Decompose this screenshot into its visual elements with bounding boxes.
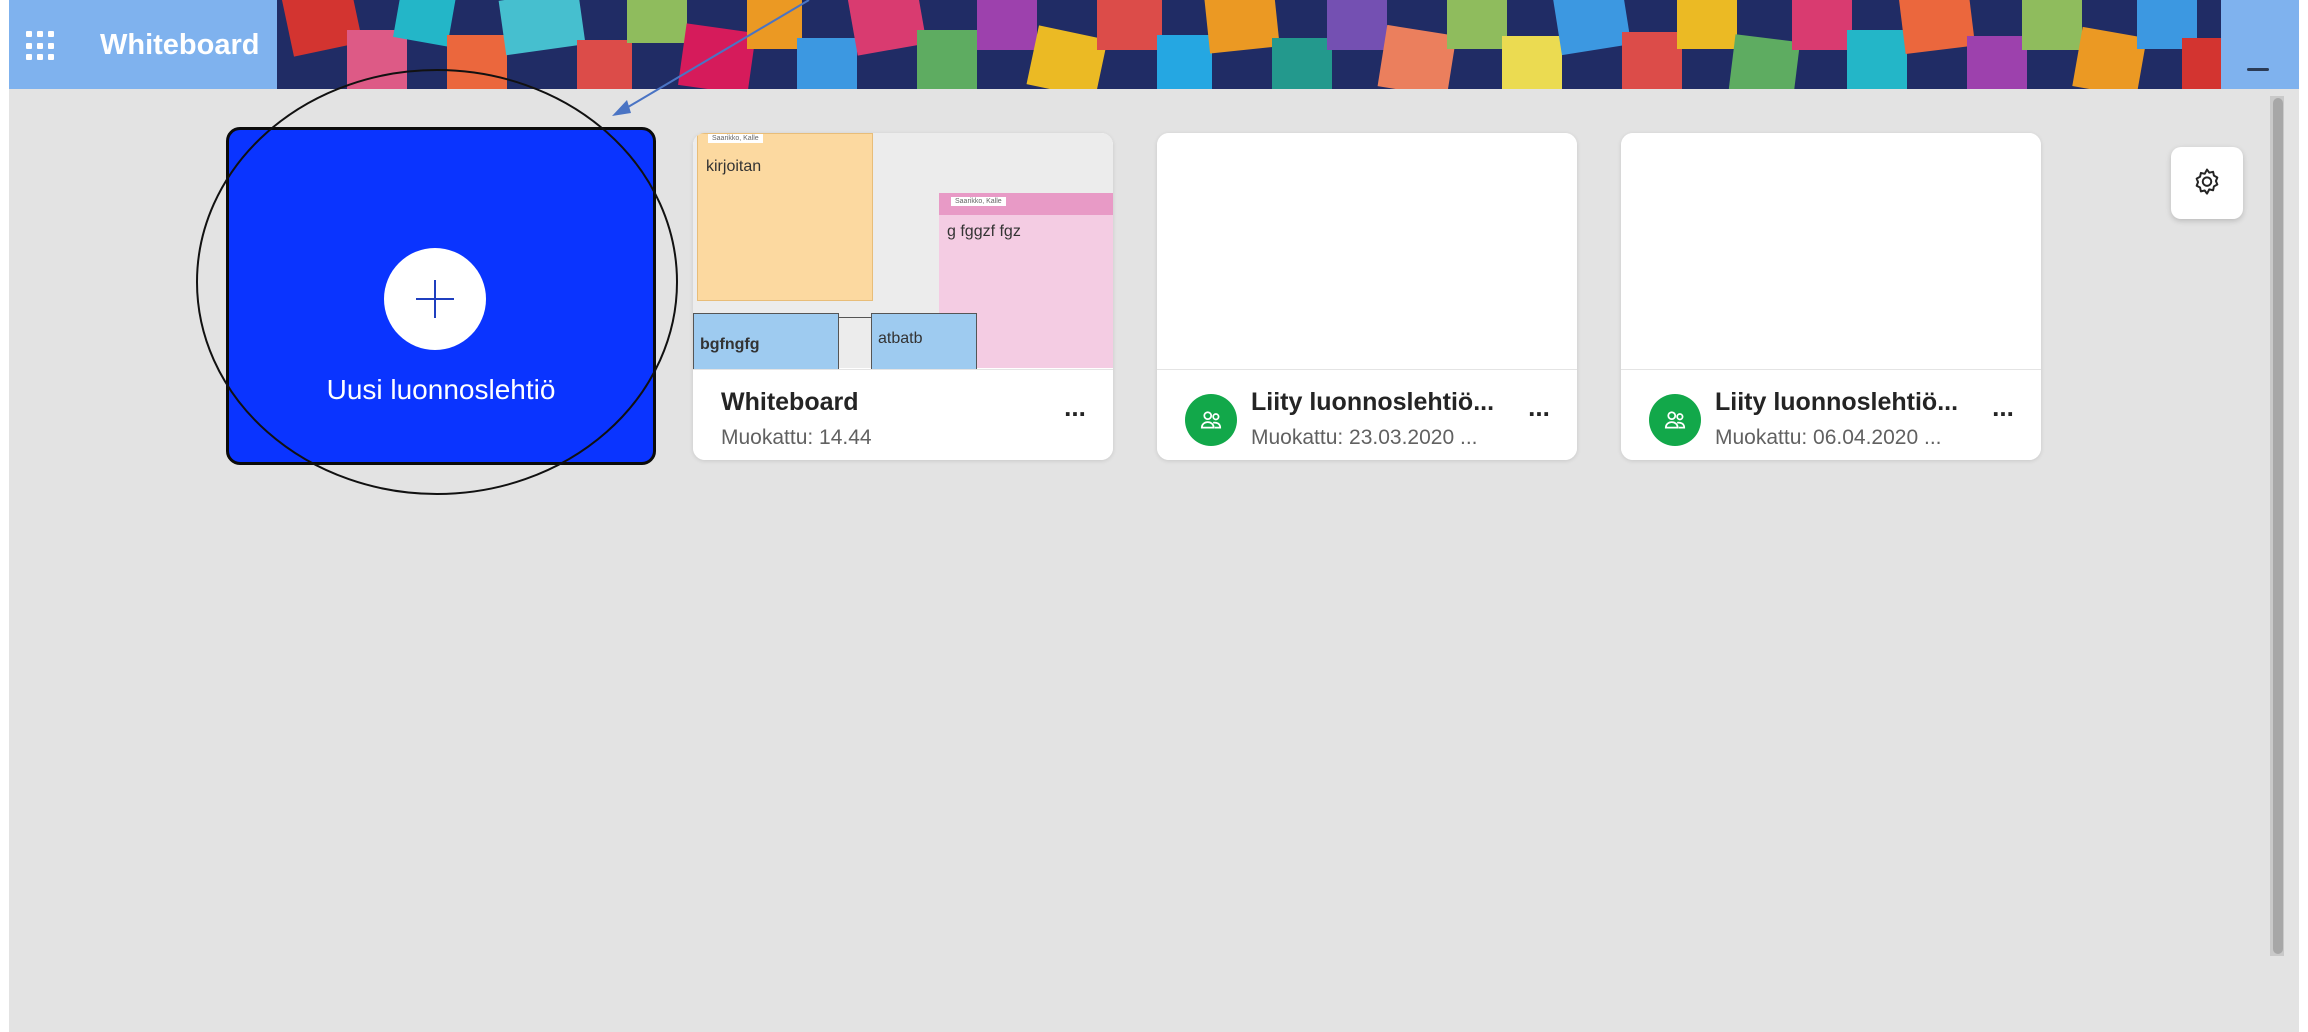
settings-button[interactable] — [2171, 147, 2243, 219]
whiteboard-card[interactable]: Liity luonnoslehtiö... Muokattu: 23.03.2… — [1157, 133, 1577, 460]
whiteboard-card[interactable]: Liity luonnoslehtiö... Muokattu: 06.04.2… — [1621, 133, 2041, 460]
card-title: Whiteboard — [721, 388, 859, 416]
note-text: g fggzf fgz — [947, 223, 1021, 240]
card-modified: Muokattu: 23.03.2020 ... — [1251, 426, 1478, 449]
shared-people-icon — [1649, 394, 1701, 446]
sticky-note: Saarikko, Kalle kirjoitan — [697, 133, 873, 301]
plus-icon — [384, 248, 486, 350]
card-footer: Whiteboard Muokattu: 14.44 ... — [693, 369, 1113, 460]
scrollbar-thumb[interactable] — [2273, 98, 2283, 954]
card-modified: Muokattu: 14.44 — [721, 426, 872, 449]
card-footer: Liity luonnoslehtiö... Muokattu: 06.04.2… — [1621, 369, 2041, 460]
shape-box: bgfngfg — [693, 313, 839, 371]
note-author: Saarikko, Kalle — [951, 197, 1006, 206]
new-whiteboard-tile[interactable]: Uusi luonnoslehtiö — [226, 127, 656, 465]
gear-icon — [2195, 168, 2219, 195]
whiteboard-thumbnail: Saarikko, Kalle kirjoitan Saarikko, Kall… — [693, 133, 1113, 371]
more-options-button[interactable]: ... — [1981, 392, 2025, 432]
note-text: kirjoitan — [706, 158, 762, 175]
card-modified: Muokattu: 06.04.2020 ... — [1715, 426, 1942, 449]
whiteboard-thumbnail — [1157, 133, 1577, 368]
new-whiteboard-label: Uusi luonnoslehtiö — [326, 374, 556, 405]
header-banner-image — [277, 0, 2221, 89]
more-options-button[interactable]: ... — [1053, 392, 1097, 432]
note-author: Saarikko, Kalle — [708, 134, 763, 143]
shape-text: atbatb — [878, 330, 923, 347]
whiteboard-thumbnail — [1621, 133, 2041, 368]
annotation-arrowhead — [612, 100, 631, 116]
app-title[interactable]: Whiteboard — [100, 29, 260, 62]
shape-text: bgfngfg — [700, 336, 760, 353]
shared-people-icon — [1185, 394, 1237, 446]
whiteboard-card[interactable]: Saarikko, Kalle kirjoitan Saarikko, Kall… — [693, 133, 1113, 460]
account-area[interactable] — [2221, 0, 2299, 89]
app-window: Whiteboard Uusi luonnoslehtiö Saarikko, … — [9, 0, 2299, 1032]
top-bar: Whiteboard — [9, 0, 2299, 89]
card-footer: Liity luonnoslehtiö... Muokattu: 23.03.2… — [1157, 369, 1577, 460]
shape-box: atbatb — [871, 313, 977, 371]
more-options-button[interactable]: ... — [1517, 392, 1561, 432]
app-launcher-icon[interactable] — [26, 31, 56, 61]
card-title: Liity luonnoslehtiö... — [1715, 388, 1959, 416]
card-title: Liity luonnoslehtiö... — [1251, 388, 1495, 416]
